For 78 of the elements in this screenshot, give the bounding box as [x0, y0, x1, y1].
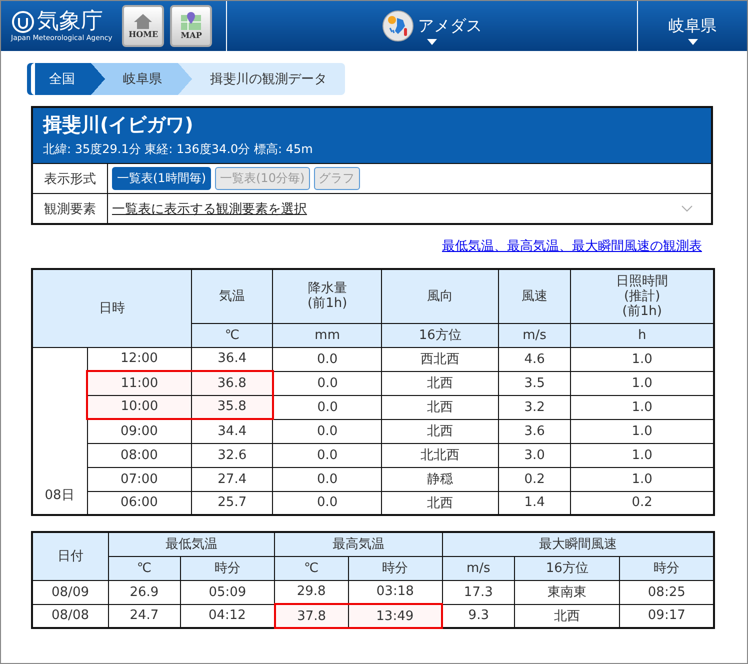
date-cell: 08/09 [32, 580, 108, 604]
row-label: 観測要素 [33, 194, 108, 223]
table-cell: 3.5 [498, 371, 571, 395]
agency-title: 気象庁 [37, 10, 103, 34]
table-cell: 0.0 [272, 467, 382, 491]
table-cell: 34.4 [191, 419, 273, 443]
column-header: 風速 [498, 269, 571, 323]
table-cell: 3.6 [498, 419, 571, 443]
unit-header: m/s [442, 556, 515, 580]
table-cell: 37.8 [274, 604, 348, 628]
column-header: 日時 [32, 269, 192, 347]
column-header: 風向 [382, 269, 498, 323]
table-cell: 0.0 [272, 371, 382, 395]
table-cell: 17.3 [442, 580, 515, 604]
table-cell: 0.0 [272, 419, 382, 443]
unit-header: ℃ [274, 556, 348, 580]
station-position: 北緯: 35度29.1分 東経: 136度34.0分 標高: 45m [43, 141, 314, 158]
table-cell: 東南東 [514, 580, 620, 604]
breadcrumb-link[interactable]: 揖斐川の観測データ [192, 63, 345, 95]
element-select-link[interactable]: 一覧表に表示する観測要素を選択 [112, 200, 307, 218]
format-button[interactable]: 一覧表(1時間毎) [112, 167, 211, 190]
table-cell: 36.8 [191, 371, 273, 395]
map-pin-icon [180, 12, 202, 30]
logo-icon [11, 10, 35, 34]
column-header: 日照時間 (推計) (前1h) [570, 269, 714, 323]
table-cell: 北北西 [382, 443, 498, 467]
unit-header: m/s [498, 323, 571, 347]
table-cell: 3.2 [498, 395, 571, 419]
unit-header: ℃ [108, 556, 180, 580]
station-name: 揖斐川(イビガワ) [43, 113, 194, 138]
table-cell: 05:09 [180, 580, 274, 604]
nav-menu[interactable]: 岐阜県 [638, 1, 747, 51]
unit-header: 時分 [620, 556, 714, 580]
unit-header: h [570, 323, 714, 347]
breadcrumb-link[interactable]: 岐阜県 [105, 63, 192, 95]
map-button[interactable]: MAP [170, 5, 212, 47]
home-button[interactable]: HOME [122, 5, 164, 47]
table-cell: 西北西 [382, 347, 498, 371]
unit-header: 時分 [180, 556, 274, 580]
time-cell: 07:00 [87, 467, 192, 491]
weather-map-icon [382, 10, 414, 42]
column-header: 気温 [191, 269, 273, 323]
table-cell: 3.0 [498, 443, 571, 467]
table-cell: 0.2 [498, 467, 571, 491]
nav-menu[interactable]: アメダス [227, 1, 638, 51]
table-cell: 北西 [382, 371, 498, 395]
column-header: 日付 [32, 532, 108, 580]
unit-header: mm [272, 323, 382, 347]
caret-icon [427, 39, 437, 45]
house-icon [133, 13, 154, 29]
table-cell: 27.4 [191, 467, 273, 491]
table-cell: 26.9 [108, 580, 180, 604]
unit-header: 時分 [348, 556, 442, 580]
table-cell: 0.0 [272, 347, 382, 371]
table-cell: 0.0 [272, 443, 382, 467]
table-cell: 静穏 [382, 467, 498, 491]
column-header: 降水量 (前1h) [272, 269, 382, 323]
unit-header: 16方位 [382, 323, 498, 347]
summary-link[interactable]: 最低気温、最高気温、最大瞬間風速の観測表 [442, 237, 702, 255]
time-cell: 09:00 [87, 419, 192, 443]
table-cell: 13:49 [348, 604, 442, 628]
caret-icon [688, 39, 698, 45]
row-label: 表示形式 [33, 164, 108, 193]
table-cell: 32.6 [191, 443, 273, 467]
time-cell: 11:00 [87, 371, 192, 395]
unit-header: ℃ [191, 323, 273, 347]
table-cell: 北西 [382, 419, 498, 443]
chevron-icon[interactable] [681, 205, 693, 212]
column-header: 最高気温 [274, 532, 442, 556]
time-cell: 08:00 [87, 443, 192, 467]
table-cell: 35.8 [191, 395, 273, 419]
table-cell: 4.6 [498, 347, 571, 371]
table-cell: 0.0 [272, 395, 382, 419]
time-cell: 10:00 [87, 395, 192, 419]
unit-header: 16方位 [514, 556, 620, 580]
column-header: 最大瞬間風速 [442, 532, 714, 556]
table-cell: 北西 [382, 395, 498, 419]
column-header: 最低気温 [108, 532, 274, 556]
